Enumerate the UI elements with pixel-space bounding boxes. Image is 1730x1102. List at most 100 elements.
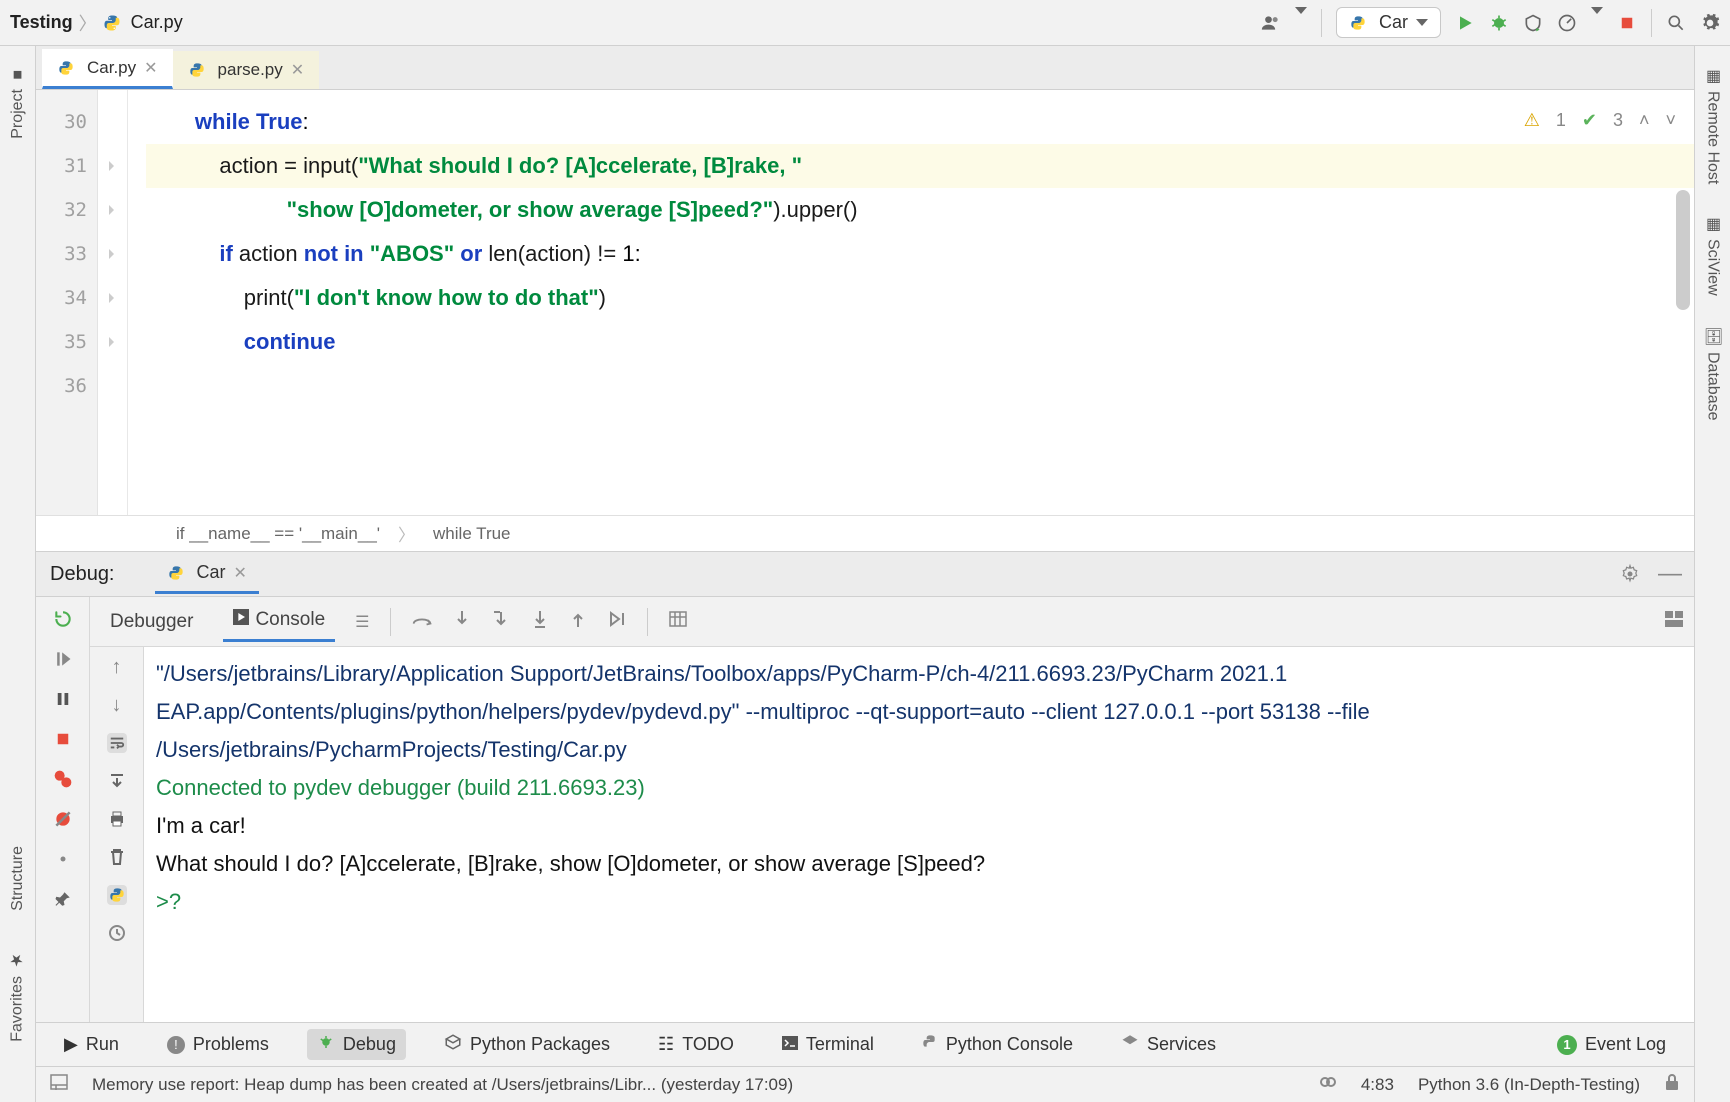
print-icon[interactable] — [107, 809, 127, 829]
left-tool-gutter: Project■ Structure Favorites★ — [0, 46, 36, 1102]
code-area[interactable]: ⚠1 ✔3 ˄ ˅ while True: action = input("Wh… — [128, 90, 1694, 515]
code-editor[interactable]: 30313233343536 ⚠1 ✔3 ˄ ˅ while True: act… — [36, 90, 1694, 515]
editor-tab-parse[interactable]: parse.py ✕ — [173, 51, 320, 89]
force-step-into-icon[interactable] — [531, 609, 549, 634]
separator — [647, 608, 648, 636]
terminal-tool-button[interactable]: Terminal — [772, 1030, 884, 1059]
threads-icon[interactable]: ☰ — [355, 612, 369, 632]
center-column: Car.py ✕ parse.py ✕ 30313233343536 ⚠1 ✔3… — [36, 46, 1694, 1102]
minimize-icon[interactable]: — — [1660, 564, 1680, 584]
debugger-subtab[interactable]: Debugger — [100, 603, 203, 641]
evaluate-icon[interactable] — [668, 610, 688, 633]
stop-icon[interactable] — [53, 729, 73, 749]
debug-tool-button[interactable]: Debug — [307, 1029, 406, 1060]
scrollbar[interactable] — [1676, 190, 1690, 310]
fold-gutter — [98, 90, 128, 515]
cursor-position[interactable]: 4:83 — [1361, 1075, 1394, 1095]
event-log-tool-button[interactable]: 1Event Log — [1547, 1030, 1676, 1059]
bottom-tool-bar: ▶Run !Problems Debug Python Packages ☷TO… — [36, 1022, 1694, 1066]
python-icon — [922, 1034, 938, 1055]
step-over-icon[interactable] — [411, 610, 433, 633]
user-icon[interactable] — [1261, 13, 1281, 33]
close-icon[interactable]: ✕ — [234, 563, 247, 583]
chevron-down-icon[interactable]: ˅ — [1665, 98, 1676, 142]
stop-icon[interactable] — [1617, 13, 1637, 33]
editor-tab-car[interactable]: Car.py ✕ — [42, 49, 173, 89]
console-output[interactable]: "/Users/jetbrains/Library/Application Su… — [144, 647, 1694, 1022]
debug-panel-header: Debug: Car ✕ — — [36, 551, 1694, 597]
clear-icon[interactable] — [107, 847, 127, 867]
debug-session-tab[interactable]: Car ✕ — [155, 554, 259, 594]
crumb-item[interactable]: if __name__ == '__main__' — [176, 524, 380, 544]
structure-tool-button[interactable]: Structure — [9, 846, 27, 911]
debug-left-toolbar — [36, 597, 90, 1022]
resume-icon[interactable] — [53, 649, 73, 669]
run-to-cursor-icon[interactable] — [607, 609, 627, 634]
search-icon[interactable] — [1666, 13, 1686, 33]
breadcrumb-project[interactable]: Testing — [10, 12, 73, 33]
pin-icon[interactable] — [53, 889, 73, 909]
project-tool-button[interactable]: Project■ — [9, 66, 27, 139]
pause-icon[interactable] — [53, 689, 73, 709]
gear-icon[interactable] — [1620, 564, 1640, 584]
dropdown-icon[interactable] — [1295, 14, 1307, 32]
problems-tool-button[interactable]: !Problems — [157, 1030, 279, 1059]
status-message[interactable]: Memory use report: Heap dump has been cr… — [92, 1075, 793, 1095]
tab-label: Car.py — [87, 58, 136, 78]
services-tool-button[interactable]: Services — [1111, 1029, 1226, 1060]
rerun-icon[interactable] — [53, 609, 73, 629]
view-breakpoints-icon[interactable] — [53, 769, 73, 789]
mute-breakpoints-icon[interactable] — [53, 809, 73, 829]
tool-windows-icon[interactable] — [50, 1074, 68, 1095]
chevron-up-icon[interactable]: ˄ — [1639, 98, 1650, 142]
toolbar-right: Car — [1261, 7, 1720, 38]
run-icon[interactable] — [1455, 13, 1475, 33]
coverage-icon[interactable] — [1523, 13, 1543, 33]
breadcrumb-file[interactable]: Car.py — [131, 12, 183, 33]
lock-icon[interactable] — [1664, 1073, 1680, 1096]
star-icon: ★ — [8, 951, 27, 970]
history-icon[interactable] — [107, 923, 127, 943]
run-tool-button[interactable]: ▶Run — [54, 1030, 129, 1059]
console-run-icon — [233, 609, 249, 631]
gear-icon[interactable] — [1700, 13, 1720, 33]
settings-icon[interactable] — [53, 849, 73, 869]
chart-icon: ▦ — [1703, 214, 1722, 233]
debug-icon[interactable] — [1489, 13, 1509, 33]
favorites-tool-button[interactable]: Favorites★ — [8, 951, 27, 1042]
down-icon[interactable]: ↓ — [107, 695, 127, 715]
terminal-icon — [782, 1034, 798, 1055]
sync-icon[interactable] — [1319, 1073, 1337, 1096]
profile-icon[interactable] — [1557, 13, 1577, 33]
packages-tool-button[interactable]: Python Packages — [434, 1029, 620, 1060]
python-console-tool-button[interactable]: Python Console — [912, 1030, 1083, 1059]
inspection-widget[interactable]: ⚠1 ✔3 ˄ ˅ — [1524, 98, 1676, 142]
list-icon: ☷ — [658, 1034, 674, 1055]
interpreter[interactable]: Python 3.6 (In-Depth-Testing) — [1418, 1075, 1640, 1095]
breadcrumb[interactable]: Testing 〉 Car.py — [10, 10, 183, 36]
main-area: Project■ Structure Favorites★ Car.py ✕ p… — [0, 46, 1730, 1102]
database-tool-button[interactable]: 🗄Database — [1703, 326, 1722, 421]
step-out-icon[interactable] — [569, 609, 587, 634]
debug-toolbar: Debugger Console ☰ — [90, 597, 1694, 647]
todo-tool-button[interactable]: ☷TODO — [648, 1030, 744, 1059]
close-icon[interactable]: ✕ — [291, 60, 304, 80]
console-subtab[interactable]: Console — [223, 601, 335, 642]
close-icon[interactable]: ✕ — [144, 58, 157, 78]
dropdown-icon[interactable] — [1591, 14, 1603, 32]
python-prompt-icon[interactable] — [107, 885, 127, 905]
remote-host-tool-button[interactable]: ▦Remote Host — [1703, 66, 1722, 184]
database-icon: 🗄 — [1703, 326, 1722, 346]
crumb-item[interactable]: while True — [433, 524, 510, 544]
warning-count: 1 — [1556, 98, 1566, 142]
sciview-tool-button[interactable]: ▦SciView — [1703, 214, 1722, 296]
step-into-my-code-icon[interactable] — [491, 609, 511, 634]
run-configuration-selector[interactable]: Car — [1336, 7, 1441, 38]
layout-icon[interactable] — [1664, 610, 1684, 633]
up-icon[interactable]: ↑ — [107, 657, 127, 677]
soft-wrap-icon[interactable] — [107, 733, 127, 753]
editor-breadcrumb[interactable]: if __name__ == '__main__' 〉 while True — [36, 515, 1694, 551]
step-into-icon[interactable] — [453, 609, 471, 634]
pass-count: 3 — [1613, 98, 1623, 142]
scroll-to-end-icon[interactable] — [107, 771, 127, 791]
